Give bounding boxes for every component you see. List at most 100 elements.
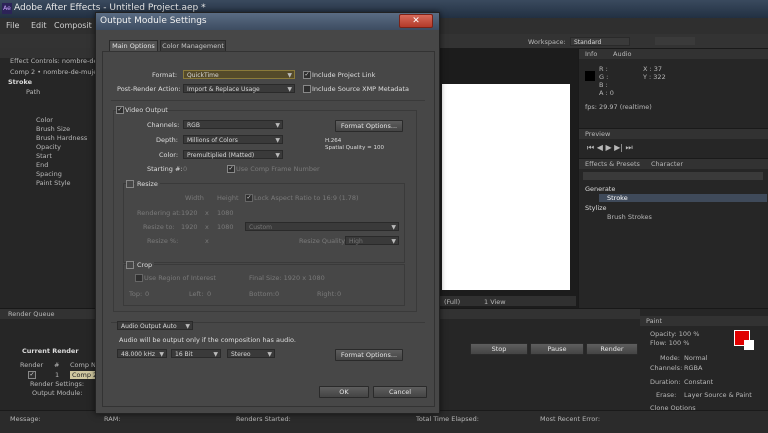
audio-format-options-button[interactable]: Format Options...	[335, 349, 403, 361]
paint-mode-select[interactable]: Normal	[684, 354, 708, 362]
use-comp-frame-checkbox[interactable]: ✓	[227, 165, 235, 173]
format-label: Format:	[152, 71, 178, 79]
close-icon[interactable]: ✕	[399, 14, 433, 28]
resize-preset-select[interactable]: Custom ▼	[245, 222, 399, 231]
format-options-button[interactable]: Format Options...	[335, 120, 403, 132]
depth-select[interactable]: Millions of Colors ▼	[183, 135, 283, 144]
preview-panel: Preview ⏮ ◀ ▶ ▶| ⏭	[578, 128, 768, 160]
resize-checkbox[interactable]	[126, 180, 134, 188]
composition-canvas[interactable]	[442, 84, 570, 290]
cancel-button[interactable]: Cancel	[373, 386, 427, 398]
prop-opacity[interactable]: Opacity	[36, 143, 61, 151]
video-output-checkbox[interactable]: ✓	[116, 106, 124, 114]
prop-brush-size[interactable]: Brush Size	[36, 125, 70, 133]
output-module-label[interactable]: Output Module:	[32, 389, 82, 397]
info-y: Y : 322	[643, 73, 666, 81]
views-select[interactable]: 1 View	[484, 298, 506, 306]
crop-bottom-input[interactable]: 0	[275, 290, 279, 298]
render-queue-tab[interactable]: Render Queue	[8, 310, 55, 318]
use-comp-frame-label: Use Comp Frame Number	[236, 165, 320, 173]
starting-number-input[interactable]: 0	[183, 165, 187, 173]
crop-checkbox[interactable]	[126, 261, 134, 269]
sample-rate-select[interactable]: 48.000 kHz ▼	[117, 349, 167, 358]
effect-stroke-item[interactable]: Stroke	[607, 194, 628, 202]
status-recent-error: Most Recent Error:	[540, 415, 601, 423]
crop-left-input[interactable]: 0	[207, 290, 211, 298]
render-settings-label[interactable]: Render Settings:	[30, 380, 84, 388]
audio-output-select[interactable]: Audio Output Auto ▼	[117, 321, 193, 330]
workspace-select[interactable]: Standard	[570, 37, 630, 46]
category-generate[interactable]: Generate	[585, 185, 615, 193]
status-renders-started: Renders Started:	[236, 415, 291, 423]
lock-aspect-checkbox[interactable]: ✓	[245, 194, 253, 202]
info-g: G :	[599, 73, 609, 81]
stop-button[interactable]: Stop	[470, 343, 528, 355]
character-tab[interactable]: Character	[651, 160, 683, 168]
bit-depth-select[interactable]: 16 Bit ▼	[171, 349, 221, 358]
paint-channels-select[interactable]: RGBA	[684, 364, 702, 372]
channels-select[interactable]: RGB ▼	[183, 120, 283, 129]
channels-label: Channels:	[147, 121, 180, 129]
format-select[interactable]: QuickTime ▼	[183, 70, 295, 79]
render-button[interactable]: Render	[586, 343, 638, 355]
preview-tab[interactable]: Preview	[585, 130, 610, 138]
effect-stroke-label[interactable]: Stroke	[8, 78, 32, 86]
resize-quality-select[interactable]: High ▼	[345, 236, 399, 245]
dialog-titlebar[interactable]: Output Module Settings ✕	[96, 13, 439, 30]
starting-number-label: Starting #:	[147, 165, 183, 173]
paint-flow[interactable]: Flow: 100 %	[650, 339, 689, 347]
ok-button[interactable]: OK	[319, 386, 369, 398]
post-render-select[interactable]: Import & Replace Usage ▼	[183, 84, 295, 93]
codec-label: H.264	[325, 138, 342, 144]
menu-file[interactable]: File	[6, 21, 19, 30]
prop-color[interactable]: Color	[36, 116, 53, 124]
prop-end[interactable]: End	[36, 161, 48, 169]
render-checkbox[interactable]: ✓	[28, 371, 36, 379]
background-color-swatch[interactable]	[744, 340, 754, 350]
prop-spacing[interactable]: Spacing	[36, 170, 62, 178]
chevron-down-icon: ▼	[213, 351, 218, 358]
audio-tab[interactable]: Audio	[613, 50, 631, 58]
search-help-field[interactable]	[655, 37, 695, 45]
use-roi-checkbox[interactable]	[135, 274, 143, 282]
crop-right-input[interactable]: 0	[337, 290, 341, 298]
menu-composition[interactable]: Composit	[54, 21, 92, 30]
resize-height-input[interactable]: 1080	[217, 223, 234, 231]
prop-start[interactable]: Start	[36, 152, 52, 160]
category-stylize[interactable]: Stylize	[585, 204, 607, 212]
resize-width-input[interactable]: 1920	[181, 223, 198, 231]
col-number: #	[54, 361, 60, 369]
depth-label: Depth:	[156, 136, 178, 144]
prop-paint-style[interactable]: Paint Style	[36, 179, 70, 187]
prop-brush-hardness[interactable]: Brush Hardness	[36, 134, 87, 142]
paint-tab[interactable]: Paint	[646, 317, 662, 325]
color-swatch-icon	[585, 71, 595, 81]
include-xmp-checkbox[interactable]	[303, 85, 311, 93]
paint-opacity[interactable]: Opacity: 100 %	[650, 330, 699, 338]
preview-controls-icon[interactable]: ⏮ ◀ ▶ ▶| ⏭	[587, 143, 633, 153]
include-project-link-checkbox[interactable]: ✓	[303, 71, 311, 79]
current-render-title: Current Render	[22, 347, 79, 355]
resize-quality-label: Resize Quality:	[299, 237, 347, 245]
include-project-link-label: Include Project Link	[312, 71, 376, 79]
zoom-select[interactable]: (Full)	[444, 298, 460, 306]
channels-audio-select[interactable]: Stereo ▼	[227, 349, 275, 358]
effect-brush-strokes-item[interactable]: Brush Strokes	[607, 213, 652, 221]
menu-edit[interactable]: Edit	[31, 21, 47, 30]
info-tab[interactable]: Info	[585, 50, 597, 58]
crop-top-input[interactable]: 0	[145, 290, 149, 298]
pause-button[interactable]: Pause	[530, 343, 584, 355]
effects-tab[interactable]: Effects & Presets	[585, 160, 640, 168]
chevron-down-icon: ▼	[391, 224, 396, 231]
effects-search-input[interactable]	[583, 172, 763, 180]
row-number: 1	[55, 371, 60, 379]
paint-erase-select[interactable]: Layer Source & Paint	[684, 391, 752, 399]
effects-presets-panel: Effects & Presets Character Generate Str…	[578, 158, 768, 310]
paint-duration-select[interactable]: Constant	[684, 378, 713, 386]
workspace-label: Workspace:	[528, 38, 566, 46]
resize-x: x	[205, 223, 209, 231]
color-select[interactable]: Premultiplied (Matted) ▼	[183, 150, 283, 159]
info-panel: Info Audio R : G : B : A : 0 X : 37 Y : …	[578, 48, 768, 130]
chevron-down-icon: ▼	[185, 323, 190, 330]
chevron-down-icon: ▼	[275, 137, 280, 144]
